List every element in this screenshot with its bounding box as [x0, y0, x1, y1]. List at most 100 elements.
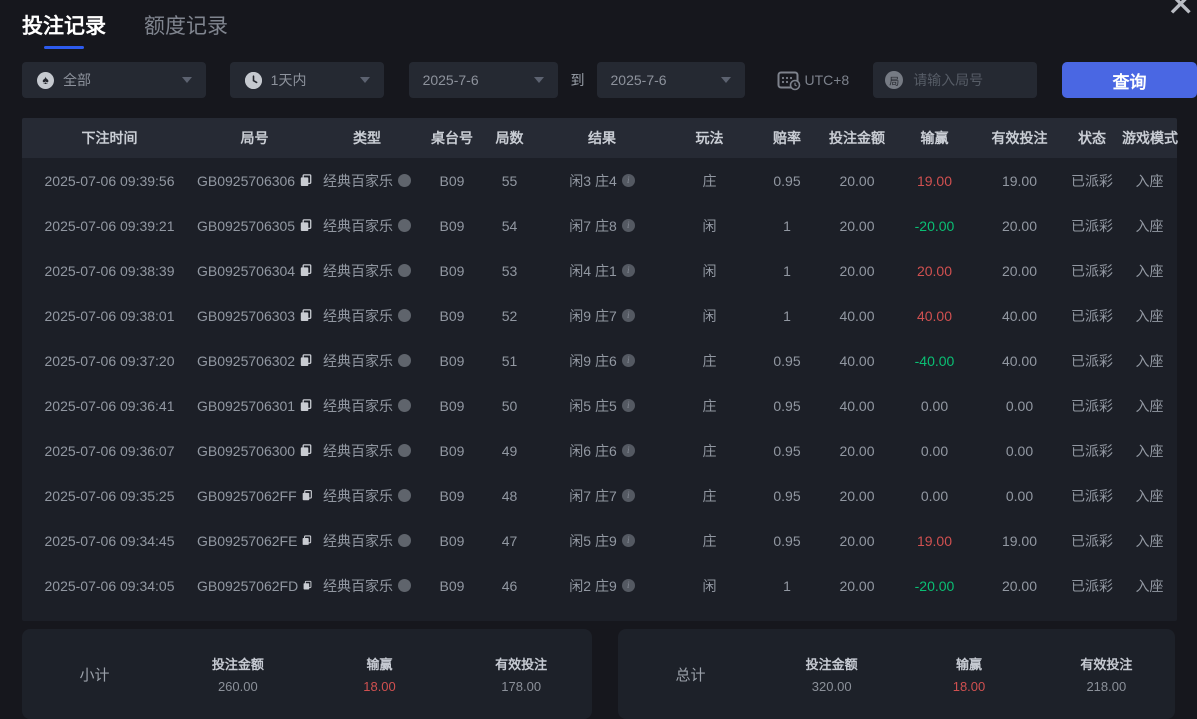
cell-round-no: 49	[501, 442, 518, 459]
round-search-input[interactable]	[911, 71, 1026, 89]
subtotal-valid-bet: 有效投注 178.00	[495, 657, 548, 694]
info-icon[interactable]: i	[621, 354, 635, 367]
cell-result: 闲9 庄7 i	[537, 306, 667, 326]
time-range-select[interactable]: 1天内	[229, 62, 384, 98]
cell-bet-time: 2025-07-06 09:35:25	[44, 487, 175, 504]
game-type-badge-icon[interactable]	[398, 444, 411, 457]
total-bet-amount: 投注金额 320.00	[805, 657, 858, 694]
bet-records-table: 下注时间 局号 类型 桌台号 局数 结果 玩法 赔率 投注金额 输赢 有效投注 状态 游戏模式 2025…	[22, 118, 1178, 621]
cell-win-loss: -40.00	[914, 352, 955, 369]
cell-play-type: 庄	[702, 442, 717, 459]
info-icon[interactable]: i	[621, 489, 635, 502]
table-row: 2025-07-06 09:39:21 GB0925706305 经典百家乐 B…	[22, 203, 1177, 248]
cell-table-no: B09	[439, 532, 465, 549]
game-type-badge-icon[interactable]	[398, 309, 411, 322]
copy-icon[interactable]	[300, 354, 312, 367]
copy-icon[interactable]	[300, 174, 312, 187]
copy-icon[interactable]	[302, 489, 312, 502]
copy-icon[interactable]	[303, 579, 312, 592]
table-row: 2025-07-06 09:36:41 GB0925706301 经典百家乐 B…	[22, 383, 1177, 428]
cell-bet-time: 2025-07-06 09:36:41	[44, 397, 175, 414]
cell-status: 已派彩	[1071, 487, 1113, 504]
cell-odds: 1	[783, 577, 791, 594]
cell-result: 闲7 庄8 i	[537, 216, 667, 236]
info-icon[interactable]: i	[621, 399, 635, 412]
table-body: 2025-07-06 09:39:56 GB0925706306 经典百家乐 B…	[22, 158, 1177, 608]
cell-game-type: 经典百家乐	[312, 486, 422, 506]
cell-odds: 0.95	[773, 397, 801, 414]
cell-play-type: 庄	[702, 352, 717, 369]
copy-icon[interactable]	[300, 264, 312, 277]
cell-round-no: 55	[501, 172, 518, 189]
clock-icon	[244, 71, 262, 89]
info-icon[interactable]: i	[621, 264, 635, 277]
cell-game-mode: 入座	[1135, 397, 1164, 414]
cell-bet-amount: 20.00	[839, 172, 875, 189]
cell-valid-bet: 0.00	[1005, 397, 1034, 414]
cell-game-type: 经典百家乐	[312, 351, 422, 371]
cell-bet-time: 2025-07-06 09:39:56	[44, 172, 175, 189]
column-header: 赔率	[773, 130, 801, 146]
cell-game-type: 经典百家乐	[312, 396, 422, 416]
cell-game-mode: 入座	[1135, 532, 1164, 549]
cell-result: 闲5 庄9 i	[537, 531, 667, 551]
cell-round-id: GB0925706302	[197, 353, 312, 369]
copy-icon[interactable]	[300, 399, 312, 412]
game-type-badge-icon[interactable]	[398, 534, 411, 547]
cell-status: 已派彩	[1071, 397, 1113, 414]
table-row: 2025-07-06 09:34:45 GB09257062FE 经典百家乐 B…	[22, 518, 1177, 563]
cell-round-no: 48	[501, 487, 518, 504]
game-type-badge-icon[interactable]	[398, 174, 411, 187]
date-from-select[interactable]: 2025-7-6	[408, 62, 558, 98]
spade-icon: ♠	[37, 71, 54, 89]
column-header: 局数	[495, 130, 524, 146]
game-type-select[interactable]: ♠ 全部	[22, 62, 206, 98]
cell-game-mode: 入座	[1135, 442, 1164, 459]
cell-valid-bet: 19.00	[1001, 172, 1038, 189]
info-icon[interactable]: i	[621, 174, 635, 187]
cell-odds: 0.95	[773, 352, 801, 369]
game-type-badge-icon[interactable]	[398, 264, 411, 277]
subtotal-win-loss: 输赢 18.00	[363, 657, 396, 694]
copy-icon[interactable]	[300, 219, 312, 232]
info-icon[interactable]: i	[621, 309, 635, 322]
total-valid-bet: 有效投注 218.00	[1080, 657, 1133, 694]
game-type-badge-icon[interactable]	[398, 489, 411, 502]
copy-icon[interactable]	[300, 444, 312, 457]
game-type-badge-icon[interactable]	[398, 219, 411, 232]
cell-valid-bet: 19.00	[1001, 532, 1038, 549]
cell-bet-amount: 20.00	[839, 532, 875, 549]
cell-game-mode: 入座	[1135, 217, 1164, 234]
copy-icon[interactable]	[300, 309, 312, 322]
info-icon[interactable]: i	[621, 219, 635, 232]
query-button[interactable]: 查询	[1061, 62, 1197, 98]
timezone-label: UTC+8	[804, 72, 850, 88]
cell-bet-amount: 20.00	[839, 577, 875, 594]
info-icon[interactable]: i	[621, 444, 635, 457]
tab-quota-records[interactable]: 额度记录	[144, 10, 228, 49]
column-header: 投注金额	[829, 130, 885, 146]
info-icon[interactable]: i	[621, 534, 635, 547]
copy-icon[interactable]	[302, 534, 312, 547]
cell-table-no: B09	[439, 307, 465, 324]
cell-round-id: GB0925706304	[197, 263, 312, 279]
info-icon[interactable]: i	[621, 579, 635, 592]
cell-valid-bet: 20.00	[1001, 577, 1038, 594]
tab-bet-records[interactable]: 投注记录	[22, 10, 106, 49]
game-type-badge-icon[interactable]	[398, 354, 411, 367]
close-icon[interactable]: ✕	[1167, 0, 1196, 22]
date-to-select[interactable]: 2025-7-6	[596, 62, 746, 98]
cell-odds: 0.95	[773, 442, 801, 459]
cell-win-loss: 19.00	[916, 532, 953, 549]
game-type-badge-icon[interactable]	[398, 399, 411, 412]
total-label: 总计	[675, 666, 706, 684]
cell-round-id: GB09257062FE	[197, 533, 312, 549]
cell-win-loss: 19.00	[916, 172, 953, 189]
cell-table-no: B09	[439, 397, 465, 414]
game-type-badge-icon[interactable]	[398, 579, 411, 592]
cell-bet-time: 2025-07-06 09:37:20	[44, 352, 175, 369]
cell-odds: 1	[783, 307, 791, 324]
cell-game-mode: 入座	[1135, 172, 1164, 189]
round-search-field[interactable]: 局	[873, 62, 1037, 98]
cell-round-no: 54	[501, 217, 518, 234]
